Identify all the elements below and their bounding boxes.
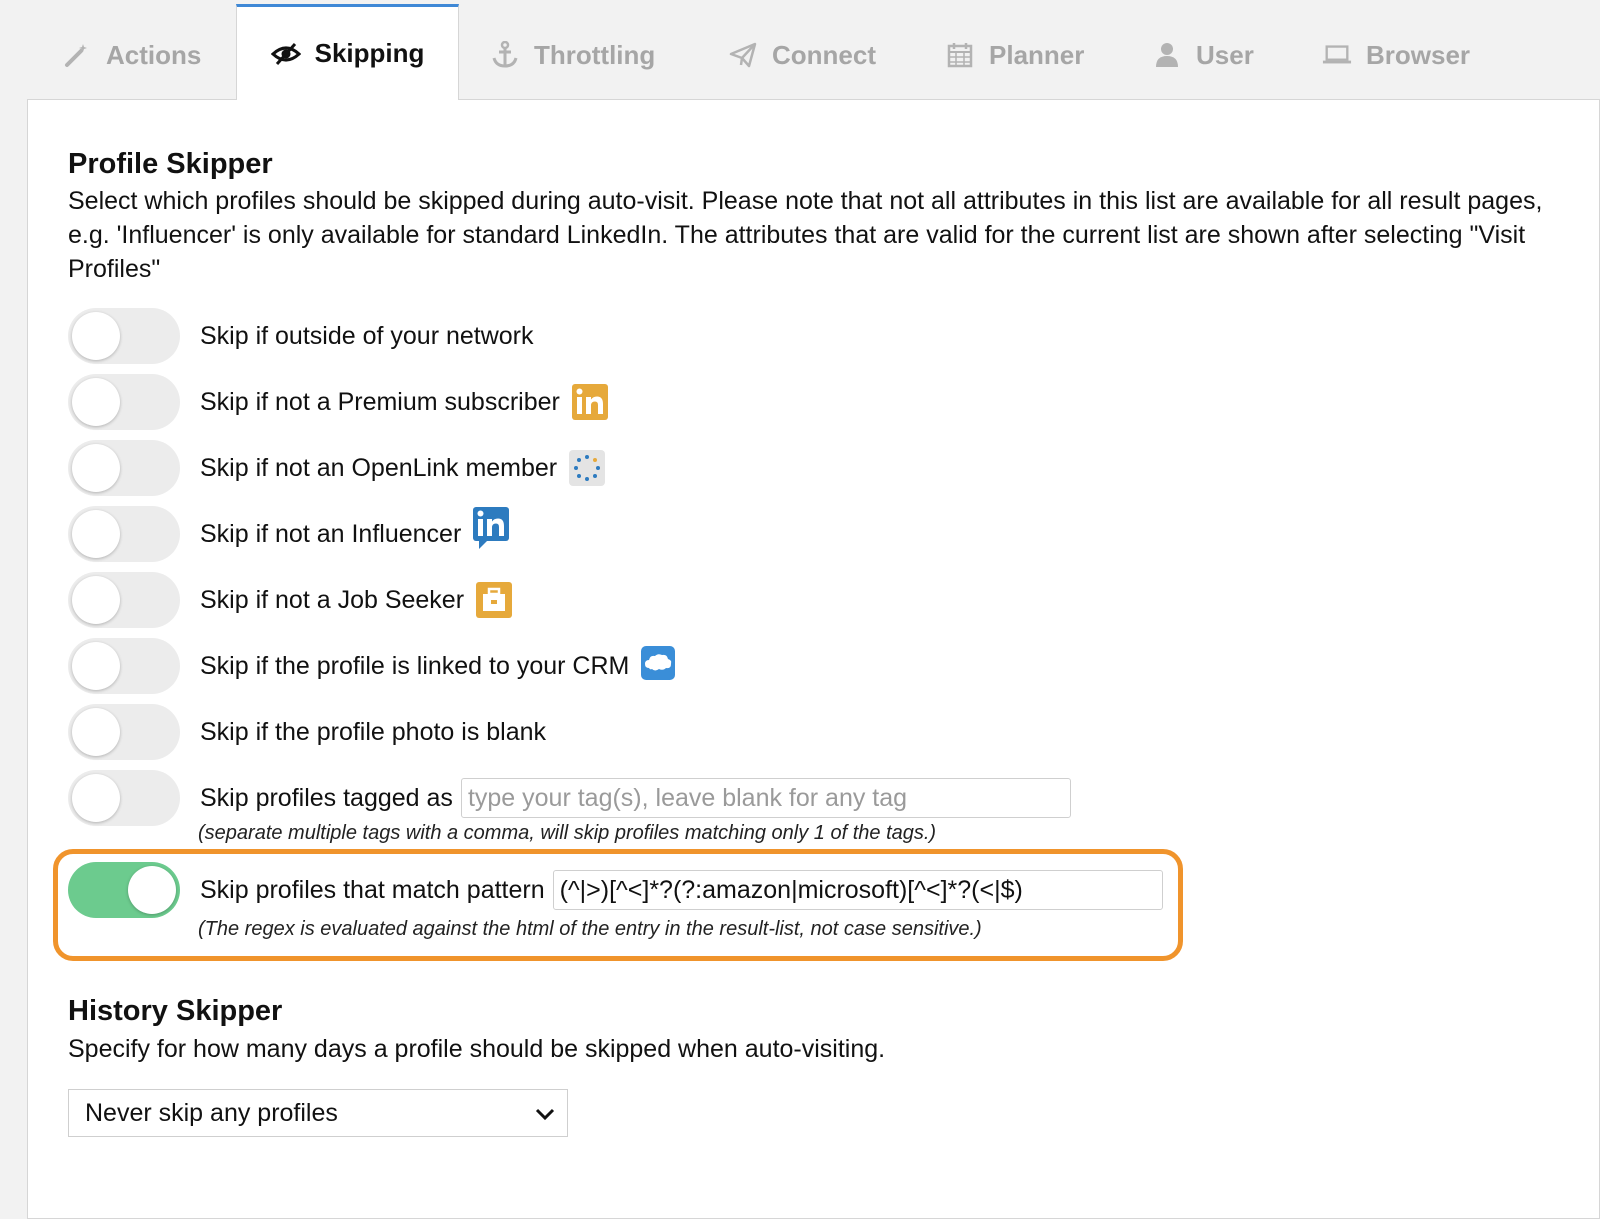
skipping-panel: Profile Skipper Select which profiles sh… bbox=[27, 99, 1600, 1219]
toggle-crm[interactable] bbox=[68, 638, 180, 694]
option-premium: Skip if not a Premium subscriber bbox=[68, 373, 608, 431]
option-tagged: Skip profiles tagged as bbox=[68, 769, 1071, 827]
history-skipper-title: History Skipper bbox=[68, 995, 283, 1027]
paper-plane-icon bbox=[728, 40, 758, 70]
tab-throttling[interactable]: Throttling bbox=[490, 20, 655, 90]
crm-icon bbox=[641, 646, 676, 680]
toggle-knob bbox=[72, 708, 120, 756]
anchor-icon bbox=[490, 40, 520, 70]
tab-label: Browser bbox=[1366, 39, 1471, 70]
eye-slash-icon bbox=[270, 39, 301, 69]
option-pattern: Skip profiles that match pattern bbox=[68, 861, 1163, 919]
toggle-knob bbox=[72, 378, 120, 426]
tab-label: User bbox=[1196, 39, 1254, 70]
option-outside-network: Skip if outside of your network bbox=[68, 307, 534, 365]
option-job-seeker: Skip if not a Job Seeker bbox=[68, 571, 513, 629]
toggle-tagged[interactable] bbox=[68, 770, 180, 826]
openlink-icon bbox=[569, 450, 606, 486]
tab-label: Connect bbox=[772, 39, 876, 70]
toggle-knob bbox=[72, 444, 120, 492]
option-openlink: Skip if not an OpenLink member bbox=[68, 439, 606, 497]
tab-label: Planner bbox=[989, 39, 1085, 70]
magic-wand-icon bbox=[62, 40, 92, 70]
laptop-icon bbox=[1322, 40, 1352, 70]
toggle-knob bbox=[72, 576, 120, 624]
tab-connect[interactable]: Connect bbox=[728, 20, 876, 90]
option-label: Skip if the profile photo is blank bbox=[200, 717, 547, 746]
tab-label: Actions bbox=[106, 39, 202, 70]
toggle-outside-network[interactable] bbox=[68, 308, 180, 364]
option-blank-photo: Skip if the profile photo is blank bbox=[68, 703, 546, 761]
option-label: Skip if not an Influencer bbox=[200, 519, 462, 548]
toggle-knob bbox=[72, 510, 120, 558]
toggle-job-seeker[interactable] bbox=[68, 572, 180, 628]
tags-hint: (separate multiple tags with a comma, wi… bbox=[198, 822, 937, 844]
option-crm: Skip if the profile is linked to your CR… bbox=[68, 637, 676, 695]
option-label: Skip profiles that match pattern bbox=[200, 875, 545, 904]
toggle-knob bbox=[72, 642, 120, 690]
history-skipper-description: Specify for how many days a profile shou… bbox=[68, 1035, 886, 1063]
profile-skipper-title: Profile Skipper bbox=[68, 148, 273, 180]
toggle-blank-photo[interactable] bbox=[68, 704, 180, 760]
option-influencer: Skip if not an Influencer bbox=[68, 505, 510, 563]
pattern-input[interactable] bbox=[552, 870, 1163, 910]
option-label: Skip if not a Premium subscriber bbox=[200, 387, 560, 416]
tab-planner[interactable]: Planner bbox=[945, 20, 1084, 90]
tab-actions[interactable]: Actions bbox=[62, 20, 201, 90]
toggle-knob bbox=[128, 866, 176, 914]
linkedin-influencer-icon bbox=[473, 507, 510, 549]
chevron-down-icon bbox=[535, 1099, 555, 1128]
select-value: Never skip any profiles bbox=[85, 1098, 338, 1127]
toggle-influencer[interactable] bbox=[68, 506, 180, 562]
option-label: Skip if not a Job Seeker bbox=[200, 585, 465, 614]
toggle-knob bbox=[72, 774, 120, 822]
tags-input[interactable] bbox=[460, 778, 1071, 818]
option-label: Skip if the profile is linked to your CR… bbox=[200, 651, 630, 680]
toggle-openlink[interactable] bbox=[68, 440, 180, 496]
profile-skipper-description: Select which profiles should be skipped … bbox=[68, 187, 1543, 283]
toggle-pattern[interactable] bbox=[68, 862, 180, 918]
calendar-icon bbox=[945, 40, 975, 70]
job-seeker-icon bbox=[476, 582, 513, 618]
tab-browser[interactable]: Browser bbox=[1322, 20, 1470, 90]
tab-label: Throttling bbox=[534, 39, 656, 70]
tab-skipping[interactable]: Skipping bbox=[236, 4, 459, 100]
tab-label: Skipping bbox=[314, 38, 425, 68]
pattern-hint: (The regex is evaluated against the html… bbox=[198, 918, 982, 940]
option-label: Skip if not an OpenLink member bbox=[200, 453, 558, 482]
user-icon bbox=[1152, 40, 1182, 70]
linkedin-premium-icon bbox=[571, 384, 608, 420]
history-days-select[interactable]: Never skip any profiles bbox=[68, 1089, 568, 1137]
toggle-knob bbox=[72, 312, 120, 360]
tab-bar: Actions Skipping Throttling Connect Plan… bbox=[0, 0, 1600, 100]
toggle-premium[interactable] bbox=[68, 374, 180, 430]
option-label: Skip profiles tagged as bbox=[200, 783, 453, 812]
option-label: Skip if outside of your network bbox=[200, 321, 534, 350]
tab-user[interactable]: User bbox=[1152, 20, 1254, 90]
